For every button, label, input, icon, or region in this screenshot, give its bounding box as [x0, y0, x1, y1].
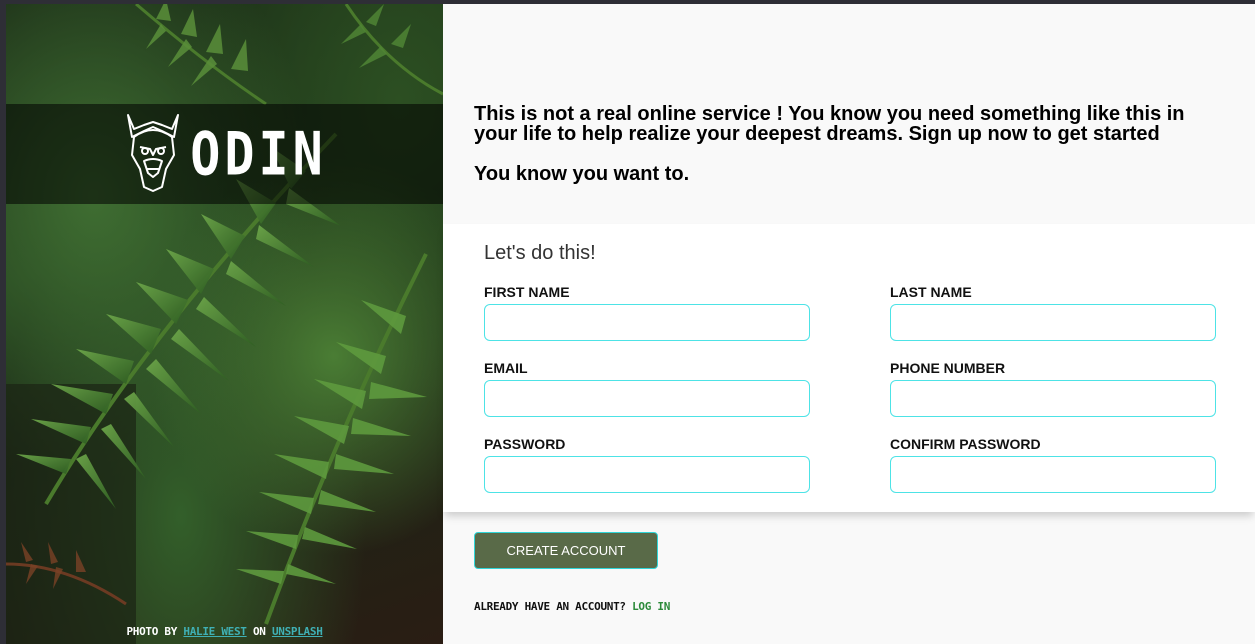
viking-helmet-icon — [122, 111, 184, 198]
last-name-label: LAST NAME — [890, 284, 972, 300]
photo-credit-middle: ON — [252, 625, 266, 638]
email-group: EMAIL — [484, 360, 810, 417]
signup-panel: This is not a real online service ! You … — [443, 4, 1255, 644]
brand-logo: ODIN — [122, 111, 326, 198]
confirm-password-input[interactable] — [890, 456, 1216, 493]
brand-name: ODIN — [190, 119, 327, 189]
phone-label: PHONE NUMBER — [890, 360, 1006, 376]
intro-paragraph-1: This is not a real online service ! You … — [474, 103, 1185, 145]
first-name-group: FIRST NAME — [484, 284, 810, 341]
email-label: EMAIL — [484, 360, 528, 376]
confirm-password-label: CONFIRM PASSWORD — [890, 436, 1041, 452]
unsplash-link[interactable]: UNSPLASH — [272, 625, 323, 638]
first-name-label: FIRST NAME — [484, 284, 570, 300]
intro-paragraph-2: You know you want to. — [474, 163, 690, 185]
signup-form: Let's do this! FIRST NAME LAST NAME EMAI… — [443, 224, 1255, 512]
signup-page: ODIN PHOTO BY HALIE WEST ON UNSPLASH Thi… — [6, 4, 1255, 644]
create-account-button[interactable]: CREATE ACCOUNT — [474, 532, 658, 569]
email-input[interactable] — [484, 380, 810, 417]
password-input[interactable] — [484, 456, 810, 493]
hero-image-panel: ODIN PHOTO BY HALIE WEST ON UNSPLASH — [6, 4, 443, 644]
last-name-input[interactable] — [890, 304, 1216, 341]
confirm-password-group: CONFIRM PASSWORD — [890, 436, 1216, 493]
form-title: Let's do this! — [484, 242, 596, 264]
photo-credit: PHOTO BY HALIE WEST ON UNSPLASH — [6, 625, 443, 638]
photo-author-link[interactable]: HALIE WEST — [183, 625, 247, 638]
fern-background-image — [6, 4, 443, 644]
logo-band: ODIN — [6, 104, 443, 204]
login-prompt-text: ALREADY HAVE AN ACCOUNT? — [474, 600, 626, 613]
intro-text: This is not a real online service ! You … — [474, 104, 1214, 204]
password-group: PASSWORD — [484, 436, 810, 493]
phone-group: PHONE NUMBER — [890, 360, 1216, 417]
photo-credit-prefix: PHOTO BY — [126, 625, 178, 638]
last-name-group: LAST NAME — [890, 284, 1216, 341]
phone-input[interactable] — [890, 380, 1216, 417]
login-prompt: ALREADY HAVE AN ACCOUNT? LOG IN — [474, 600, 670, 613]
first-name-input[interactable] — [484, 304, 810, 341]
login-link[interactable]: LOG IN — [632, 600, 670, 613]
password-label: PASSWORD — [484, 436, 566, 452]
